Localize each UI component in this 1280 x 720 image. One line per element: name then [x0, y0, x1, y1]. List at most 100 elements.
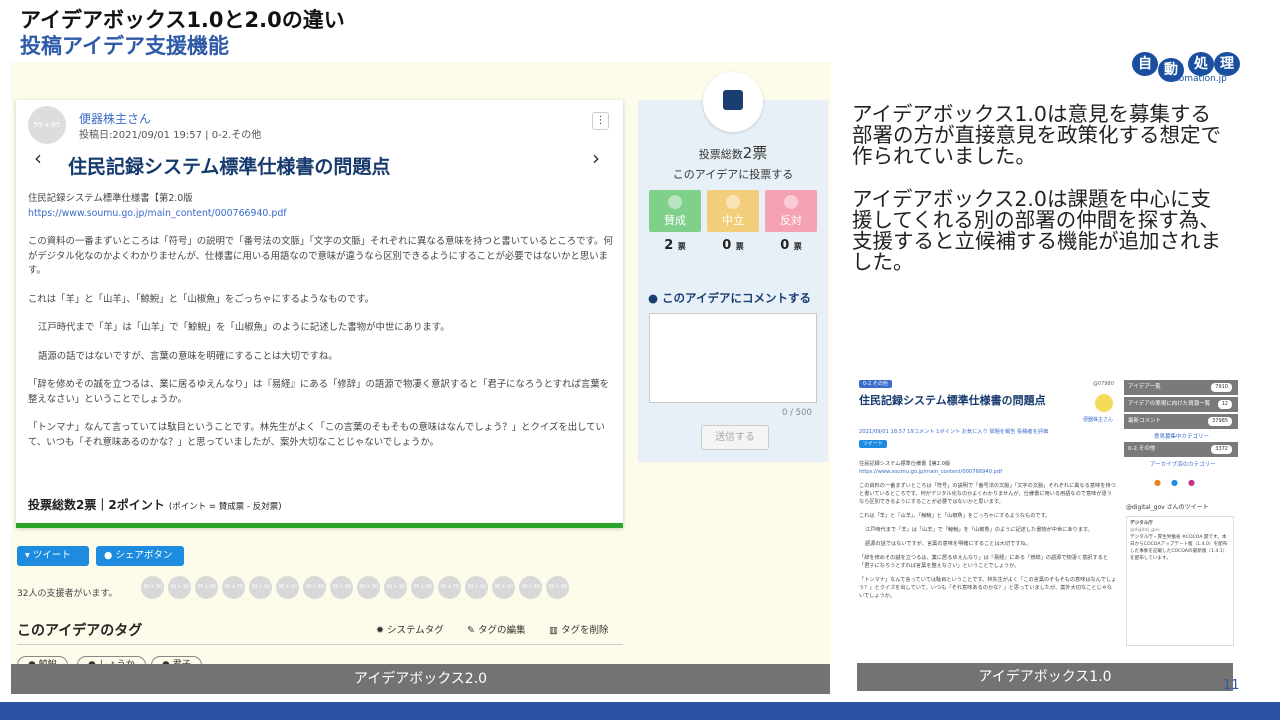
vote-prompt: このアイデアに投票する	[672, 168, 794, 181]
v1-body-link[interactable]: https://www.soumu.go.jp/main_content/000…	[859, 468, 1117, 476]
v1-tweet-text: デジタル庁・厚生労働省 #COCOA 関です。本日からCOCOAアップデート版（…	[1130, 535, 1228, 561]
body-paragraph: 住民記録システム標準仕様書【第2.0版	[28, 193, 193, 204]
idea-card: 95 x 95 便器株主さん 投稿日:2021/09/01 19:57 | 0-…	[16, 100, 623, 528]
sad-face-icon	[784, 195, 798, 209]
supporter-avatar[interactable]: 30 x 30	[519, 576, 542, 599]
note-v1: アイデアボックス1.0は意見を募集する部署の方が直接意見を政策化する想定で作られ…	[852, 102, 1221, 168]
user-avatar[interactable]: 95 x 95	[28, 106, 66, 144]
v1-social-icons: ●●●	[1154, 478, 1205, 487]
neutral-face-icon	[726, 195, 740, 209]
v1-meta: 2021/09/01 18:57 19コメント 1ポイント お気に入り 問題を報…	[859, 429, 1049, 435]
supporter-avatar[interactable]: 30 x 30	[276, 576, 299, 599]
v1-tweet-button[interactable]: ツイート	[859, 440, 888, 448]
supporter-avatar[interactable]: 30 x 30	[168, 576, 191, 599]
send-button[interactable]: 送信する	[701, 425, 769, 450]
more-menu-icon[interactable]: ⋮	[592, 112, 609, 130]
smile-icon	[668, 195, 682, 209]
ideabox-v1-screenshot: 0-2.その他 @07980 住民記録システム標準仕様書の問題点 便器株主さん …	[857, 378, 1238, 648]
v1-sidebar-category[interactable]: 0-2.その他 3372	[1124, 442, 1238, 457]
vote-agree-button[interactable]: 賛成	[649, 190, 701, 232]
body-paragraph: 江戸時代まで「羊」は「山羊」で「鯨鯢」を「山椒魚」のように記述した書物が中世にあ…	[38, 322, 450, 333]
twitter-icon: ●	[1170, 478, 1188, 487]
supporter-avatar[interactable]: 30 x 30	[141, 576, 164, 599]
comment-counter: 0 / 500	[782, 408, 812, 418]
body-link[interactable]: https://www.soumu.go.jp/main_content/000…	[28, 207, 613, 222]
v1-body-paragraph: この資料の一番まずいところは「符号」の説明で「番号法の文脈」「文字の文脈」それぞ…	[859, 483, 1116, 505]
supporter-avatar[interactable]: 30 x 30	[303, 576, 326, 599]
vote-disagree-count: 0 票	[780, 238, 802, 253]
post-meta: 投稿日:2021/09/01 19:57 | 0-2.その他	[79, 130, 262, 141]
slide: アイデアボックス1.0と2.0の違い 投稿アイデア支援機能 自 動 処 理 au…	[0, 0, 1280, 720]
body-paragraph: 「トンマナ」なんて言っていては駄目ということです。林先生がよく「この言葉のそもそ…	[28, 422, 605, 448]
next-arrow-icon[interactable]: ›	[592, 146, 600, 170]
v1-body-paragraph: 「トンマナ」なんて言っていては駄目ということです。林先生がよく「この言葉のそもそ…	[859, 577, 1117, 599]
slide-subtitle: 投稿アイデア支援機能	[20, 34, 229, 58]
tags-heading: このアイデアのタグ	[17, 623, 143, 639]
v1-title: 住民記録システム標準仕様書の問題点	[859, 394, 1046, 407]
v1-sidebar: アイデア一覧 7910 アイデアの実現に向けた資源一覧 12 最新コメント 37985…	[1124, 378, 1238, 648]
v1-tweets-heading: @digital_gov さんのツイート	[1126, 504, 1209, 511]
v1-sidebar-item[interactable]: アイデアの実現に向けた資源一覧 12	[1124, 397, 1238, 412]
v1-tweet-author: デジタル庁	[1130, 521, 1153, 526]
supporter-avatar[interactable]: 30 x 30	[411, 576, 434, 599]
ideabox-v2-screenshot: 95 x 95 便器株主さん 投稿日:2021/09/01 19:57 | 0-…	[11, 62, 831, 694]
v1-body-paragraph: 語源の話ではないですが、言葉の意味を明確にすることは大切ですね。	[865, 541, 1031, 547]
v1-category-badge[interactable]: 0-2.その他	[859, 380, 892, 388]
supporter-avatar[interactable]: 30 x 30	[222, 576, 245, 599]
company-logo: 自 動 処 理 automation.jp	[1130, 52, 1256, 86]
vote-neutral-button[interactable]: 中立	[707, 190, 759, 232]
body-paragraph: この資料の一番まずいところは「符号」の説明で「番号法の文脈」「文字の文脈」それぞ…	[28, 236, 613, 276]
body-paragraph: これは「羊」と「山羊」、「鯨鯢」と「山椒魚」をごっちゃにするようなものです。	[28, 293, 375, 305]
v1-body: 住民記録システム標準仕様書【第2.0版 https://www.soumu.go…	[859, 460, 1117, 600]
comment-textarea[interactable]	[649, 313, 817, 403]
v1-sidebar-item[interactable]: 最新コメント 37985	[1124, 414, 1238, 429]
note-v2: アイデアボックス2.0は課題を中心に支援してくれる別の部署の仲間を探す為、支援す…	[852, 187, 1221, 274]
vote-total: 投票総数2票	[698, 144, 768, 162]
tweet-button[interactable]: ▾ ツイート	[17, 546, 89, 566]
supporter-avatar[interactable]: 30 x 30	[492, 576, 515, 599]
v1-body-paragraph: 「辞を修めその誠を立つるは、業に居るゆえんなり」は『易経』にある「修辞」の語源で…	[859, 555, 1109, 569]
v1-twitter-feed[interactable]: デジタル庁 @digital_gov デジタル庁・厚生労働省 #COCOA 関で…	[1126, 516, 1234, 646]
supporter-avatar[interactable]: 30 x 30	[384, 576, 407, 599]
edit-tag-button[interactable]: ✎ タグの編集	[467, 622, 526, 636]
vote-disagree-button[interactable]: 反対	[765, 190, 817, 232]
v1-body-paragraph: これは「羊」と「山羊」、「鯨鯢」と「山椒魚」をごっちゃにするようなものです。	[859, 513, 1051, 519]
supporter-avatar[interactable]: 30 x 30	[465, 576, 488, 599]
idea-title: 住民記録システム標準仕様書の問題点	[68, 156, 391, 178]
logo-url: automation.jp	[1164, 74, 1227, 84]
body-paragraph: 「辞を修めその誠を立つるは、業に居るゆえんなり」は『易経』にある「修辞」の語源で…	[28, 379, 609, 405]
instagram-icon: ●	[1187, 478, 1205, 487]
body-paragraph: 語源の話ではないですが、言葉の意味を明確にすることは大切ですね。	[38, 350, 338, 362]
user-name-link[interactable]: 便器株主さん	[79, 110, 151, 127]
chart-icon	[703, 72, 763, 132]
supporter-avatar[interactable]: 30 x 30	[357, 576, 380, 599]
supporter-avatar[interactable]: 30 x 30	[249, 576, 272, 599]
rss-icon: ●	[1154, 478, 1171, 487]
supporter-avatar[interactable]: 30 x 30	[330, 576, 353, 599]
v1-archive-link[interactable]: アーカイブ済のカテゴリー	[1150, 460, 1216, 468]
v1-author-link[interactable]: 便器株主さん	[1083, 416, 1113, 424]
vote-agree-count: 2 票	[664, 238, 686, 253]
supporters-count: 32人の支援者がいます。	[17, 589, 118, 599]
page-number: 11	[1223, 678, 1240, 693]
v1-category-link[interactable]: 意見募集中カテゴリー	[1154, 432, 1209, 440]
share-button[interactable]: ● シェアボタン	[96, 546, 184, 566]
v1-author-avatar[interactable]	[1095, 394, 1113, 412]
v1-main: 0-2.その他 @07980 住民記録システム標準仕様書の問題点 便器株主さん …	[857, 378, 1120, 648]
prev-arrow-icon[interactable]: ‹	[34, 146, 42, 170]
v1-sidebar-item[interactable]: アイデア一覧 7910	[1124, 380, 1238, 395]
supporter-avatars: 30 x 30 30 x 30 30 x 30 30 x 30 30 x 30 …	[141, 576, 569, 599]
system-tag-button[interactable]: ✹ システムタグ	[376, 622, 444, 636]
v1-body-paragraph: 住民記録システム標準仕様書【第2.0版	[859, 461, 951, 467]
supporter-avatar[interactable]: 30 x 30	[195, 576, 218, 599]
supporter-avatar[interactable]: 30 x 30	[546, 576, 569, 599]
vote-summary: 投票総数2票｜2ポイント (ポイント = 賛成票 - 反対票)	[28, 498, 282, 512]
comment-panel: ● このアイデアにコメントする 0 / 500 送信する	[638, 280, 828, 462]
footer-bar	[0, 702, 1280, 720]
supporter-avatar[interactable]: 30 x 30	[438, 576, 461, 599]
comment-heading: ● このアイデアにコメントする	[648, 291, 811, 305]
delete-tag-button[interactable]: ▥ タグを削除	[549, 622, 609, 636]
vote-neutral-count: 0 票	[722, 238, 744, 253]
caption-v1: アイデアボックス1.0	[857, 663, 1233, 691]
caption-v2: アイデアボックス2.0	[11, 664, 830, 694]
